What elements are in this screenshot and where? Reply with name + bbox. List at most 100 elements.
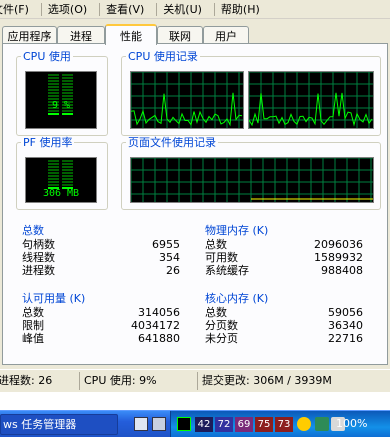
stat-row: 总数 59056: [205, 306, 363, 319]
menu-separator: [213, 2, 215, 16]
meter-segment: [62, 95, 73, 97]
stat-label: 分页数: [205, 319, 238, 332]
cpu-history-plot-0: [131, 72, 243, 128]
status-processes: 进程数: 26: [0, 371, 80, 390]
meter-segment: [62, 80, 73, 82]
status-bar: 进程数: 26 CPU 使用: 9% 提交更改: 306M / 3939M: [0, 369, 390, 391]
meter-segment: [48, 184, 59, 186]
qq-icon[interactable]: [297, 417, 311, 431]
stat-label: 进程数: [22, 264, 55, 277]
stat-value: 354: [159, 251, 180, 264]
pf-history-plot: [131, 158, 373, 202]
meter-segment: [62, 77, 73, 79]
tab-processes[interactable]: 进程: [57, 26, 105, 44]
menu-view[interactable]: 查看(V): [106, 1, 156, 17]
meter-segment: [48, 77, 59, 79]
meter-segment: [62, 163, 73, 165]
stat-value: 2096036: [314, 238, 363, 251]
kernel-memory-section: 核心内存 (K) 总数 59056 分页数 36340 未分页 22716: [205, 290, 363, 345]
monitor-icon[interactable]: [177, 417, 191, 431]
meter-segment: [48, 89, 59, 91]
taskbar: ws 任务管理器 42 72 69 75 73 100%: [0, 410, 390, 437]
tab-strip: 应用程序 进程 性能 联网 用户: [0, 24, 390, 45]
tab-users[interactable]: 用户: [203, 26, 249, 44]
cpu-usage-value: 9 %: [51, 100, 71, 111]
status-cpu: CPU 使用: 9%: [80, 371, 198, 390]
meter-segment: [48, 175, 59, 177]
menu-help[interactable]: 帮助(H): [221, 1, 272, 17]
cpu-usage-group: CPU 使用 9 %: [16, 50, 108, 136]
pf-history-title: 页面文件使用记录: [126, 136, 218, 149]
totals-title: 总数: [22, 224, 44, 237]
window-icon[interactable]: [134, 417, 148, 431]
pf-usage-title: PF 使用率: [21, 136, 75, 149]
stat-value: 26: [166, 264, 180, 277]
stat-row: 未分页 22716: [205, 332, 363, 345]
cpu-history-title: CPU 使用记录: [126, 50, 200, 63]
tray-counter[interactable]: 42: [195, 417, 213, 432]
stat-row: 进程数 26: [22, 264, 180, 277]
stat-value: 4034172: [131, 319, 180, 332]
stat-value: 641880: [138, 332, 180, 345]
desktop-strip: [0, 392, 390, 410]
meter-segment: [62, 74, 73, 76]
meter-segment: [48, 172, 59, 174]
tray-clock: 100%: [336, 417, 368, 430]
stat-value: 6955: [152, 238, 180, 251]
stat-value: 314056: [138, 306, 180, 319]
commit-charge-title: 认可用量 (K): [22, 292, 86, 305]
meter-segment: [48, 80, 59, 82]
window-icon[interactable]: [152, 417, 166, 431]
pf-usage-group: PF 使用率 306 MB: [16, 136, 108, 210]
taskbar-button-task-manager[interactable]: ws 任务管理器: [0, 414, 118, 435]
stat-row: 分页数 36340: [205, 319, 363, 332]
meter-segment: [62, 89, 73, 91]
meter-segment: [48, 113, 59, 115]
meter-segment: [62, 83, 73, 85]
stat-row: 总数 2096036: [205, 238, 363, 251]
tray-counter[interactable]: 69: [235, 417, 253, 432]
meter-segment: [48, 163, 59, 165]
tray-counter[interactable]: 75: [255, 417, 273, 432]
physical-memory-section: 物理内存 (K) 总数 2096036 可用数 1589932 系统缓存 988408: [205, 222, 363, 277]
tray-counter[interactable]: 72: [215, 417, 233, 432]
meter-segment: [48, 86, 59, 88]
meter-segment: [62, 113, 73, 115]
stat-label: 总数: [22, 306, 44, 319]
commit-charge-section: 认可用量 (K) 总数 314056 限制 4034172 峰值 641880: [22, 290, 180, 345]
tab-performance[interactable]: 性能: [105, 24, 157, 45]
tray-counter[interactable]: 73: [275, 417, 293, 432]
tab-networking[interactable]: 联网: [157, 26, 203, 44]
stat-label: 总数: [205, 238, 227, 251]
meter-segment: [62, 160, 73, 162]
menu-options[interactable]: 选项(O): [48, 1, 99, 17]
stat-label: 线程数: [22, 251, 55, 264]
meter-segment: [48, 178, 59, 180]
network-icon[interactable]: [315, 417, 329, 431]
stat-row: 句柄数 6955: [22, 238, 180, 251]
cpu-history-plot-1: [249, 72, 373, 128]
menu-file[interactable]: 文件(F): [0, 1, 41, 17]
meter-segment: [62, 86, 73, 88]
stat-value: 22716: [328, 332, 363, 345]
stat-value: 1589932: [314, 251, 363, 264]
cpu-usage-meter: 9 %: [25, 71, 97, 129]
meter-segment: [48, 74, 59, 76]
menu-shutdown[interactable]: 关机(U): [163, 1, 214, 17]
stat-row: 峰值 641880: [22, 332, 180, 345]
meter-segment: [48, 160, 59, 162]
status-commit: 提交更改: 306M / 3939M: [202, 373, 332, 387]
pf-history-graph: [130, 157, 374, 203]
meter-segment: [48, 83, 59, 85]
stat-row: 限制 4034172: [22, 319, 180, 332]
tab-applications[interactable]: 应用程序: [2, 26, 57, 44]
cpu-usage-title: CPU 使用: [21, 50, 73, 63]
menu-bar: 文件(F) 选项(O) 查看(V) 关机(U) 帮助(H): [0, 0, 390, 19]
pf-history-group: 页面文件使用记录: [121, 136, 381, 210]
performance-page: CPU 使用 9 % CPU 使用记录 PF 使用率 306 MB 页面文件使用…: [2, 43, 388, 365]
stat-row: 系统缓存 988408: [205, 264, 363, 277]
menu-separator: [40, 2, 42, 16]
kernel-memory-title: 核心内存 (K): [205, 292, 269, 305]
meter-segment: [48, 95, 59, 97]
meter-segment: [62, 175, 73, 177]
